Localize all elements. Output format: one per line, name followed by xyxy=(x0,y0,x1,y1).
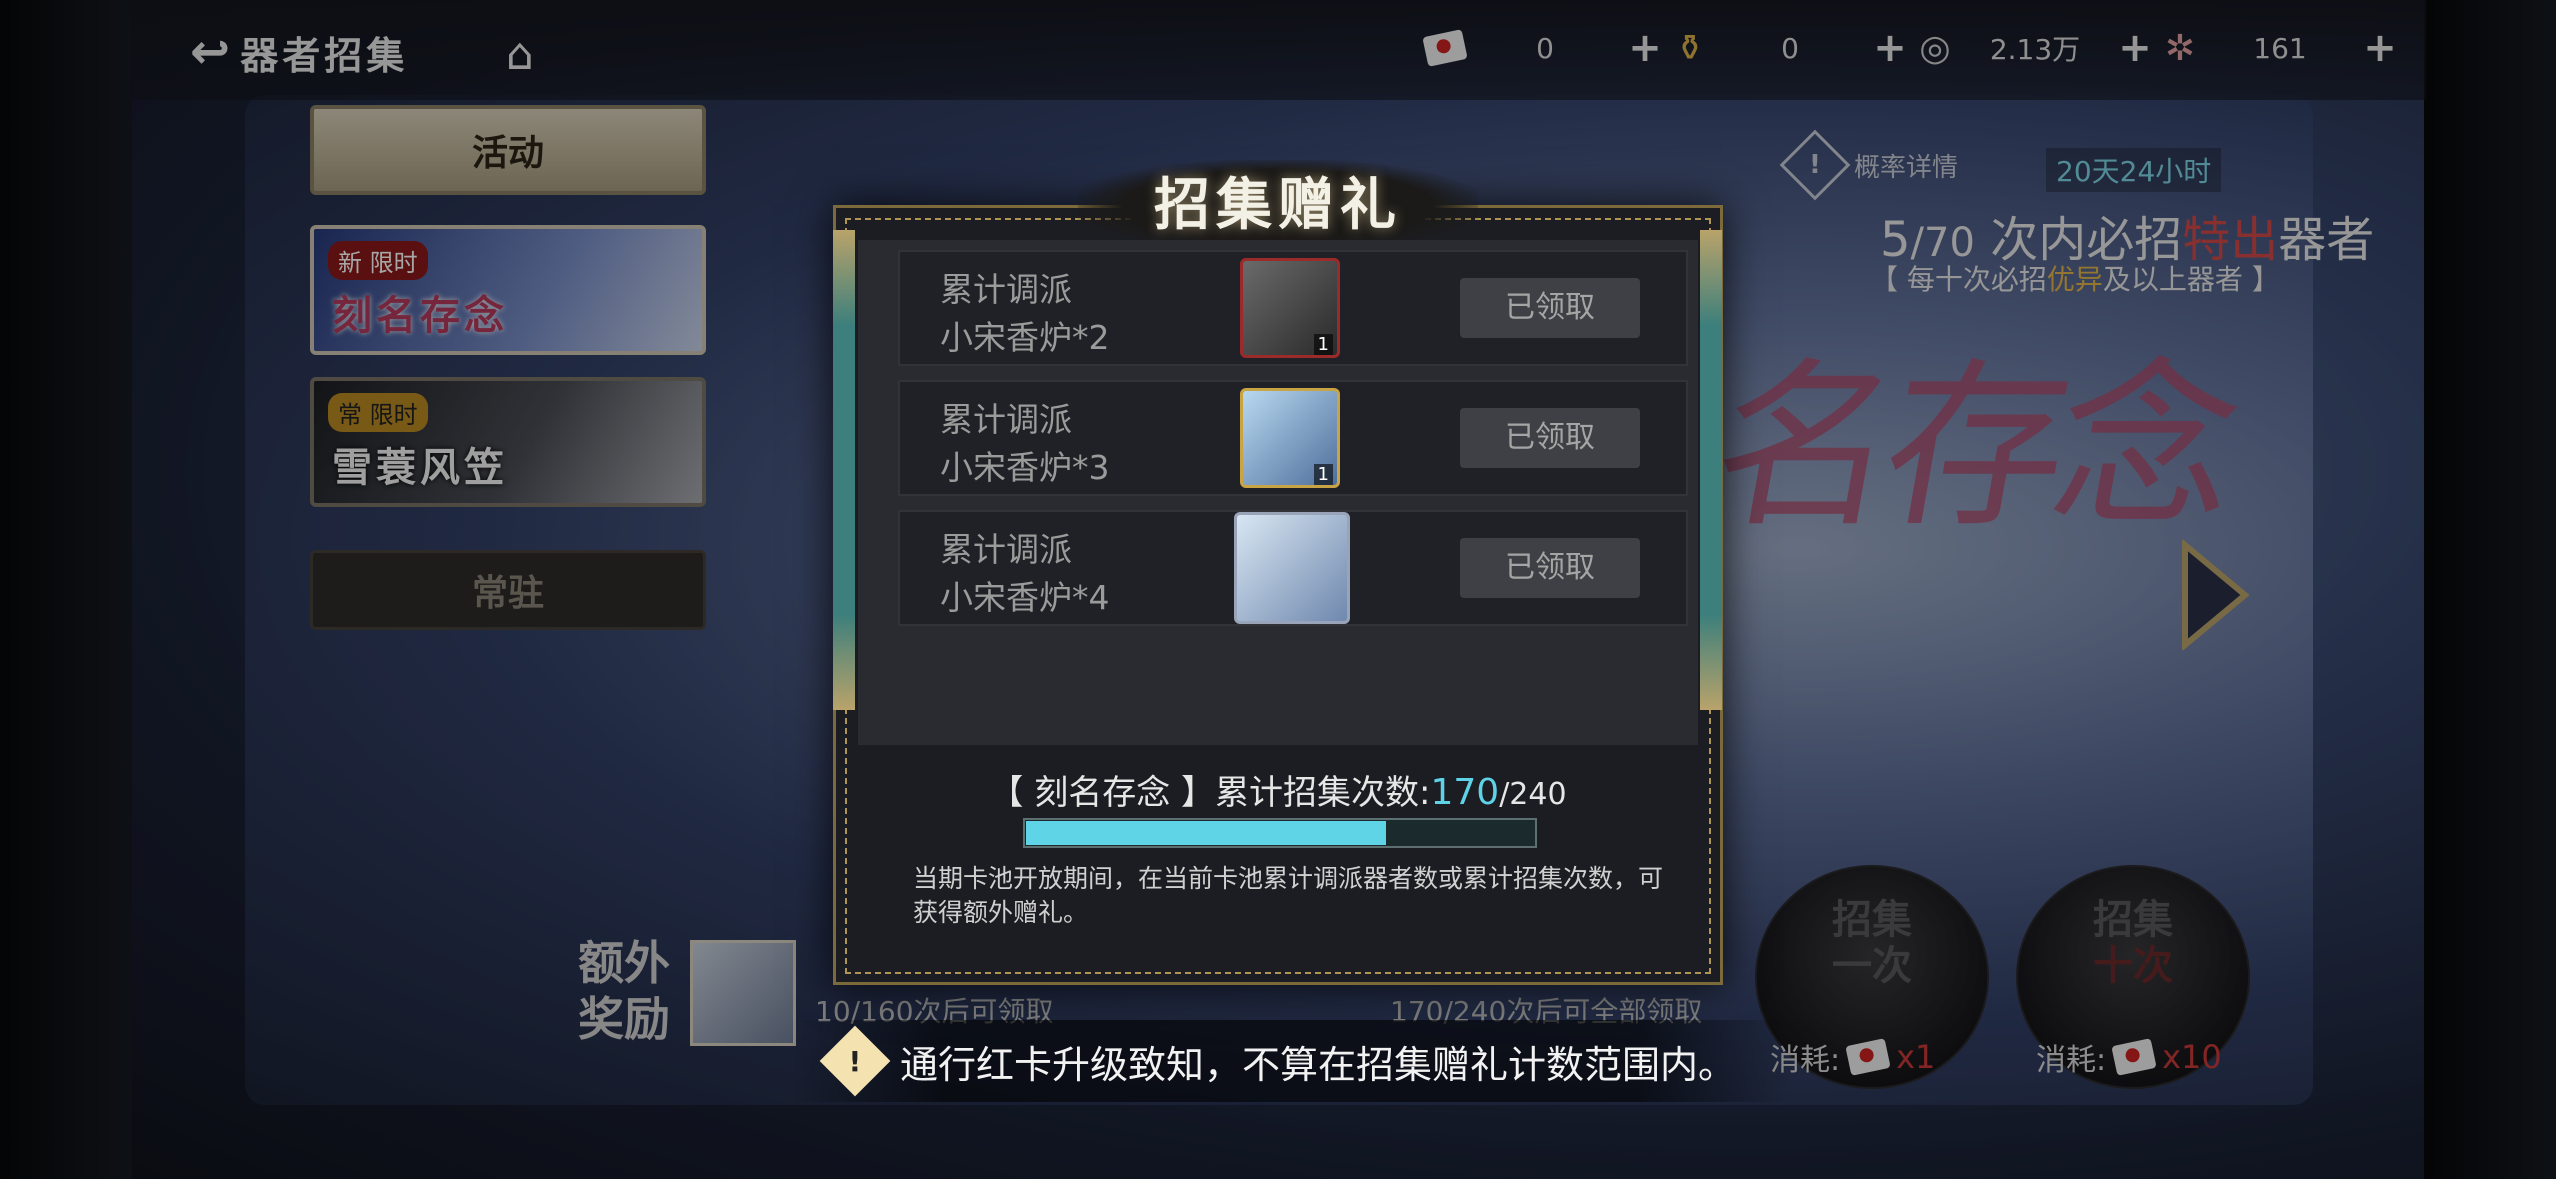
notice-icon: ! xyxy=(819,1025,891,1097)
character-card-icon[interactable] xyxy=(1234,512,1350,624)
reward-text: 累计调派 小宋香炉*3 xyxy=(940,400,1110,487)
recruit-progress-fill xyxy=(1026,821,1386,845)
character-portrait-icon[interactable]: 1 xyxy=(1240,388,1340,488)
modal-side-ornament xyxy=(833,230,855,710)
reward-text: 累计调派 小宋香炉*4 xyxy=(940,530,1110,617)
claimed-button[interactable]: 已领取 xyxy=(1460,278,1640,338)
modal-side-ornament xyxy=(1700,230,1722,710)
toast-text: 通行红卡升级致知，不算在招集赠礼计数范围内。 xyxy=(900,1042,1737,1087)
reward-row: 累计调派 小宋香炉*2 1 已领取 xyxy=(898,250,1688,366)
treasure-chest-icon[interactable]: 1 xyxy=(1240,258,1340,358)
gift-description: 当期卡池开放期间，在当前卡池累计调派器者数或累计招集次数，可获得额外赠礼。 xyxy=(913,864,1664,927)
toast-notice: ! 通行红卡升级致知，不算在招集赠礼计数范围内。 xyxy=(790,1020,1790,1102)
claimed-button[interactable]: 已领取 xyxy=(1460,538,1640,598)
claimed-button[interactable]: 已领取 xyxy=(1460,408,1640,468)
modal-title: 招集赠礼 xyxy=(1078,160,1478,250)
recruit-count: 【 刻名存念 】累计招集次数:170/240 xyxy=(989,772,1567,813)
reward-row: 累计调派 小宋香炉*4 已领取 xyxy=(898,510,1688,626)
reward-list[interactable]: 累计调派 小宋香炉*2 1 已领取 累计调派 小宋香炉*3 1 已领取 累计调派 小宋… xyxy=(858,240,1698,745)
reward-row: 累计调派 小宋香炉*3 1 已领取 xyxy=(898,380,1688,496)
reward-text: 累计调派 小宋香炉*2 xyxy=(940,270,1110,357)
